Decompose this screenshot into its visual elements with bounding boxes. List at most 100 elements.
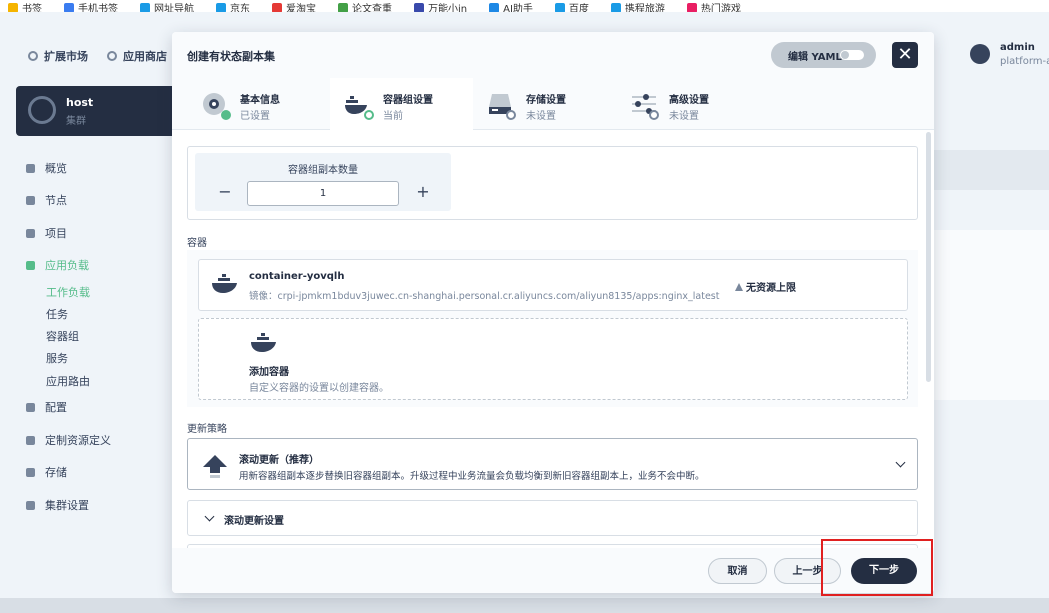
bookmark-icon <box>610 2 621 12</box>
replica-stepper-panel: 容器组副本数量 − + <box>195 153 451 211</box>
crd-icon <box>26 435 35 445</box>
sidebar-item-crd[interactable]: 定制资源定义 <box>26 432 111 448</box>
container-name: container-yovqlh <box>249 271 345 282</box>
background-panel <box>934 230 1049 400</box>
bookmark-icon <box>338 2 348 12</box>
bookmark-item[interactable]: 爱淘宝 <box>272 0 316 12</box>
strategy-desc: 用新容器组副本逐步替换旧容器组副本。升级过程中业务流量会负载均衡到新旧容器组副本… <box>239 471 705 482</box>
bookmark-icon <box>272 2 282 12</box>
avatar <box>970 44 990 64</box>
step-advanced-settings[interactable]: 高级设置 未设置 <box>616 78 759 130</box>
puzzle-icon <box>28 51 38 61</box>
increase-replicas-button[interactable]: + <box>415 183 431 201</box>
docker-icon <box>251 333 276 352</box>
sidebar-subitem-services[interactable]: 服务 <box>46 350 68 366</box>
bookmark-icon <box>554 2 565 12</box>
replica-count-input[interactable] <box>247 181 399 206</box>
workload-icon <box>26 260 35 270</box>
bookmark-icon <box>489 2 500 12</box>
sidebar-subitem-routes[interactable]: 应用路由 <box>46 373 90 389</box>
sidebar-item-projects[interactable]: 项目 <box>26 225 67 241</box>
warning-icon <box>735 282 743 291</box>
step-basic-info[interactable]: 基本信息 已设置 <box>172 78 315 130</box>
step-todo-badge <box>649 110 659 120</box>
next-button[interactable]: 下一步 <box>851 558 917 584</box>
sidebar-subitem-pods[interactable]: 容器组 <box>46 328 79 344</box>
sidebar-item-cluster-settings[interactable]: 集群设置 <box>26 497 89 513</box>
bottom-strip <box>0 598 1049 613</box>
decrease-replicas-button[interactable]: − <box>217 183 233 201</box>
cluster-icon <box>28 96 56 124</box>
close-button[interactable]: ✕ <box>892 42 918 68</box>
arrow-up-icon <box>203 455 227 478</box>
chevron-down-icon <box>204 511 215 522</box>
bookmark-item[interactable]: 热门游戏 <box>686 0 741 12</box>
bookmark-item[interactable]: 百度 <box>554 0 589 12</box>
bookmark-icon <box>140 2 150 12</box>
bookmark-item[interactable]: 万能小in <box>414 0 467 12</box>
sidebar-item-nodes[interactable]: 节点 <box>26 192 67 208</box>
rolling-update-settings-toggle[interactable]: 滚动更新设置 <box>187 500 918 536</box>
node-icon <box>26 195 35 205</box>
bookmark-item[interactable]: 京东 <box>216 0 250 12</box>
bookmark-item[interactable]: 手机书签 <box>64 0 118 12</box>
sidebar-subitem-jobs[interactable]: 任务 <box>46 306 68 322</box>
rolling-update-settings-label: 滚动更新设置 <box>224 516 284 527</box>
wizard-steps: 基本信息 已设置 容器组设置 当前 存储设置 未设置 高级设置 未设置 <box>172 78 934 130</box>
create-statefulset-modal: 创建有状态副本集 编辑 YAML ✕ 基本信息 已设置 容器组设置 当前 存储设… <box>172 32 934 593</box>
update-strategy-label: 更新策略 <box>187 424 227 435</box>
store-icon <box>107 51 117 61</box>
bookmark-icon <box>686 2 697 12</box>
edit-yaml-toggle[interactable]: 编辑 YAML <box>771 42 876 68</box>
bookmark-item[interactable]: 携程旅游 <box>610 0 665 12</box>
app-store-link[interactable]: 应用商店 <box>107 48 167 64</box>
bookmark-icon <box>8 2 18 12</box>
extensions-link[interactable]: 扩展市场 <box>28 48 88 64</box>
bookmark-item[interactable]: AI助手 <box>489 0 533 12</box>
bookmark-icon <box>64 2 74 12</box>
toggle-knob <box>841 51 849 59</box>
sidebar-subitem-workloads[interactable]: 工作负载 <box>46 284 90 300</box>
bookmarks-bar: 书签 手机书签 网址导航 京东 爱淘宝 论文查重 万能小in AI助手 百度 携程旅游 热门游戏 <box>0 0 1049 12</box>
scrollbar[interactable] <box>926 132 931 382</box>
step-pod-settings[interactable]: 容器组设置 当前 <box>330 78 473 130</box>
background-panel <box>934 150 1049 190</box>
bookmark-item[interactable]: 论文查重 <box>338 0 392 12</box>
settings-icon <box>26 500 35 510</box>
config-icon <box>26 402 35 412</box>
cluster-name: host <box>66 96 94 109</box>
modal-content: 容器组副本数量 − + 容器 container-yovqlh 镜像：crpi-… <box>172 130 934 548</box>
docker-icon <box>212 274 237 293</box>
cancel-button[interactable]: 取消 <box>708 558 767 584</box>
bookmark-icon <box>414 2 424 12</box>
previous-button[interactable]: 上一步 <box>774 558 841 584</box>
sidebar-item-config[interactable]: 配置 <box>26 399 67 415</box>
step-storage-settings[interactable]: 存储设置 未设置 <box>473 78 616 130</box>
container-image: 镜像：crpi-jpmkm1bduv3juwec.cn-shanghai.per… <box>249 291 720 302</box>
sidebar-item-app-workloads[interactable]: 应用负载 <box>26 257 89 273</box>
modal-header: 创建有状态副本集 编辑 YAML ✕ <box>172 32 934 78</box>
cluster-card[interactable]: host 集群 <box>16 86 186 136</box>
replica-count-label: 容器组副本数量 <box>288 165 358 176</box>
sidebar-item-overview[interactable]: 概览 <box>26 160 67 176</box>
resource-limit: 无资源上限 <box>735 279 796 294</box>
overview-icon <box>26 163 35 173</box>
step-current-badge <box>364 110 374 120</box>
replica-count-box: 容器组副本数量 − + <box>187 146 918 220</box>
chevron-down-icon <box>895 457 906 468</box>
strategy-name: 滚动更新（推荐） <box>239 455 319 466</box>
add-container-desc: 自定义容器的设置以创建容器。 <box>249 383 389 394</box>
toggle-switch[interactable] <box>840 50 864 60</box>
modal-footer: 取消 上一步 下一步 <box>172 548 934 593</box>
container-card[interactable]: container-yovqlh 镜像：crpi-jpmkm1bduv3juwe… <box>198 259 908 311</box>
containers-area: container-yovqlh 镜像：crpi-jpmkm1bduv3juwe… <box>187 250 918 407</box>
sidebar-item-storage[interactable]: 存储 <box>26 464 67 480</box>
bookmark-icon <box>216 2 226 12</box>
update-strategy-select[interactable]: 滚动更新（推荐） 用新容器组副本逐步替换旧容器组副本。升级过程中业务流量会负载均… <box>187 438 918 490</box>
project-icon <box>26 228 35 238</box>
storage-icon <box>26 467 35 477</box>
bookmark-item[interactable]: 网址导航 <box>140 0 194 12</box>
step-done-badge <box>221 110 231 120</box>
bookmark-item[interactable]: 书签 <box>8 0 42 12</box>
add-container-button[interactable]: 添加容器 自定义容器的设置以创建容器。 <box>198 318 908 400</box>
